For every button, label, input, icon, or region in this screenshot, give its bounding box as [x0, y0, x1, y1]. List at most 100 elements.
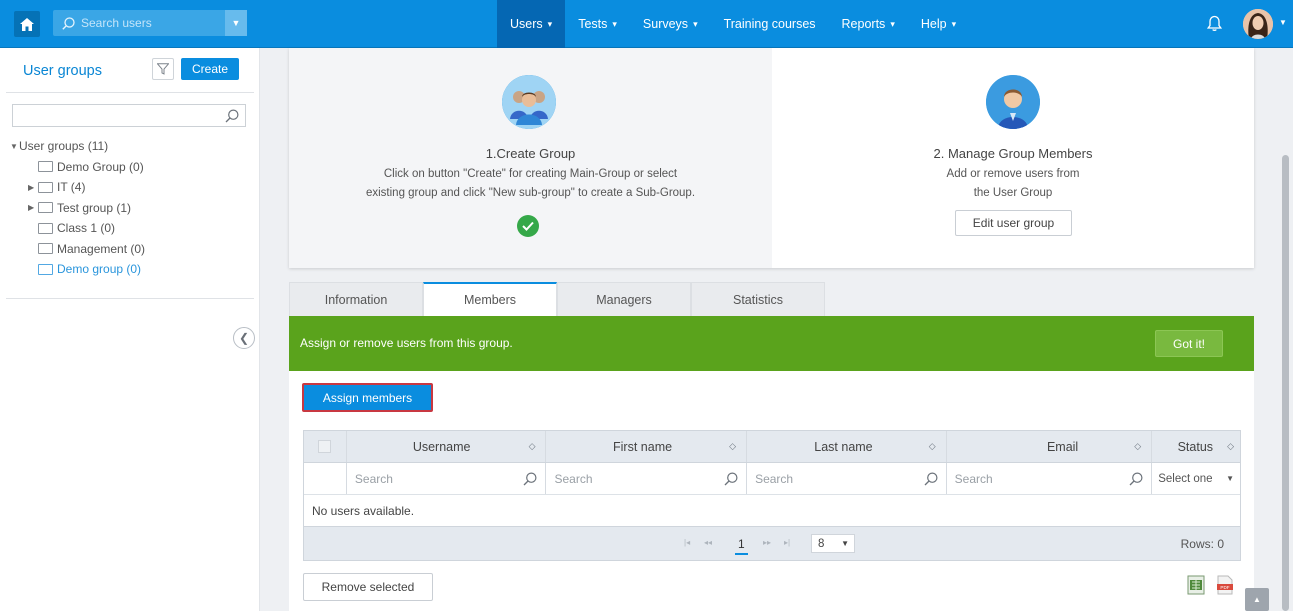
tab-managers[interactable]: Managers: [557, 282, 691, 316]
menu-surveys[interactable]: Surveys ▾: [630, 0, 711, 48]
tree-label: Demo Group (0): [57, 159, 144, 174]
current-page[interactable]: 1: [735, 537, 748, 555]
first-page-icon[interactable]: |◂: [684, 538, 690, 547]
group-steps-card: 1.Create Group Click on button "Create" …: [289, 48, 1254, 268]
chevron-up-icon: ▲: [1253, 595, 1261, 604]
info-banner: Assign or remove users from this group. …: [289, 316, 1254, 371]
tree-item-demo-group-selected[interactable]: Demo group (0): [10, 259, 250, 280]
step1-text-line1: Click on button "Create" for creating Ma…: [383, 168, 678, 180]
column-header-last-name[interactable]: Last name ◇: [747, 431, 947, 462]
tab-statistics[interactable]: Statistics: [691, 282, 825, 316]
first-name-filter-input[interactable]: [554, 471, 695, 486]
sort-icon[interactable]: ◇: [1227, 441, 1234, 452]
user-search-box: ▼: [53, 10, 247, 36]
collapse-sidebar-button[interactable]: ❮: [233, 327, 255, 349]
menu-tests[interactable]: Tests ▾: [565, 0, 630, 48]
members-panel: Assign or remove users from this group. …: [289, 316, 1254, 611]
tree-item-demo-group[interactable]: Demo Group (0): [10, 157, 250, 178]
search-scope-dropdown[interactable]: ▼: [225, 10, 247, 36]
excel-export-icon[interactable]: [1187, 575, 1205, 595]
search-icon: [524, 472, 537, 486]
username-filter-input[interactable]: [354, 471, 495, 486]
next-page-icon[interactable]: ▸▸: [763, 538, 771, 547]
folder-icon: [38, 181, 53, 193]
caret-right-icon[interactable]: ▶: [28, 183, 37, 192]
pdf-export-icon[interactable]: PDF: [1216, 575, 1234, 595]
create-group-button[interactable]: Create: [181, 58, 239, 80]
page-scrollbar[interactable]: [1254, 48, 1293, 611]
chevron-down-icon: ▾: [693, 18, 698, 29]
sort-icon[interactable]: ◇: [729, 441, 736, 452]
menu-label: Help: [920, 17, 947, 31]
group-search-field[interactable]: [12, 104, 246, 127]
scroll-to-top-button[interactable]: ▲: [1245, 588, 1269, 611]
page-size-select[interactable]: 8 ▼: [811, 534, 855, 553]
tree-item-management[interactable]: Management (0): [10, 239, 250, 260]
avatar-image: [1243, 9, 1273, 39]
tree-item-test-group[interactable]: ▶ Test group (1): [10, 198, 250, 219]
search-icon: [924, 472, 938, 486]
filter-icon: [157, 63, 169, 75]
column-header-email[interactable]: Email ◇: [947, 431, 1153, 462]
status-filter-select[interactable]: Select one ▼: [1152, 463, 1240, 494]
home-button[interactable]: [14, 11, 40, 37]
step1-title: 1.Create Group: [485, 146, 576, 161]
tree-label: Class 1 (0): [57, 221, 116, 236]
sort-icon[interactable]: ◇: [1134, 441, 1141, 452]
page-size-value: 8: [818, 537, 825, 550]
column-header-username[interactable]: Username ◇: [347, 431, 547, 462]
last-page-icon[interactable]: ▸|: [784, 538, 790, 547]
user-search-input[interactable]: [81, 16, 226, 30]
last-name-filter-input[interactable]: [755, 471, 896, 486]
chevron-down-icon: ▼: [1226, 474, 1235, 483]
user-icon: [986, 75, 1040, 129]
menu-help[interactable]: Help ▾: [908, 0, 969, 48]
bell-icon[interactable]: [1207, 15, 1222, 32]
column-header-first-name[interactable]: First name ◇: [546, 431, 748, 462]
caret-down-icon[interactable]: ▼: [10, 142, 19, 151]
column-header-status[interactable]: Status ◇: [1152, 431, 1240, 462]
menu-label: Surveys: [642, 17, 689, 31]
menu-users[interactable]: Users ▾: [497, 0, 566, 48]
filter-username: [347, 463, 547, 494]
user-avatar[interactable]: [1243, 9, 1273, 39]
rows-count: Rows: 0: [1180, 537, 1224, 551]
group-icon: [502, 75, 556, 129]
group-tree: ▼ User groups (11) Demo Group (0) ▶ IT (4)…: [10, 136, 250, 280]
tree-item-class-1[interactable]: Class 1 (0): [10, 218, 250, 239]
tab-information[interactable]: Information: [289, 282, 423, 316]
chevron-down-icon[interactable]: ▼: [1279, 18, 1287, 27]
members-table: Username ◇ First name ◇ Last name ◇ Email ◇ …: [303, 430, 1241, 561]
filter-cell-empty: [304, 463, 347, 494]
select-all-checkbox[interactable]: [318, 440, 332, 453]
folder-icon: [38, 202, 53, 214]
menu-reports[interactable]: Reports ▾: [829, 0, 908, 48]
group-tabs: Information Members Managers Statistics: [289, 282, 825, 316]
caret-right-icon[interactable]: ▶: [28, 203, 37, 212]
sort-icon[interactable]: ◇: [929, 441, 936, 452]
pagination-bar: |◂ ◂◂ 1 ▸▸ ▸| 8 ▼ Rows: 0: [304, 527, 1240, 560]
menu-training-courses[interactable]: Training courses: [711, 0, 829, 48]
chevron-down-icon: ▾: [951, 18, 957, 29]
search-icon: [724, 472, 738, 486]
chevron-down-icon: ▾: [612, 18, 617, 29]
tree-item-it[interactable]: ▶ IT (4): [10, 177, 250, 198]
assign-members-button[interactable]: Assign members: [302, 383, 433, 412]
banner-text: Assign or remove users from this group.: [300, 336, 513, 350]
sort-icon[interactable]: ◇: [529, 441, 536, 452]
tree-root-user-groups[interactable]: ▼ User groups (11): [10, 136, 250, 157]
prev-page-icon[interactable]: ◂◂: [704, 538, 712, 547]
chevron-left-icon: ❮: [238, 331, 250, 345]
email-filter-input[interactable]: [954, 471, 1095, 486]
select-all-cell: [304, 431, 347, 462]
edit-user-group-button[interactable]: Edit user group: [955, 210, 1072, 236]
filter-button[interactable]: [152, 58, 174, 80]
tree-label: Test group (1): [57, 200, 132, 215]
tree-label: IT (4): [57, 180, 86, 195]
scrollbar-thumb[interactable]: [1282, 155, 1289, 611]
remove-selected-button[interactable]: Remove selected: [303, 573, 433, 601]
got-it-button[interactable]: Got it!: [1155, 330, 1223, 357]
empty-message: No users available.: [304, 495, 1240, 527]
tab-members[interactable]: Members: [423, 282, 557, 316]
home-icon: [20, 17, 34, 31]
